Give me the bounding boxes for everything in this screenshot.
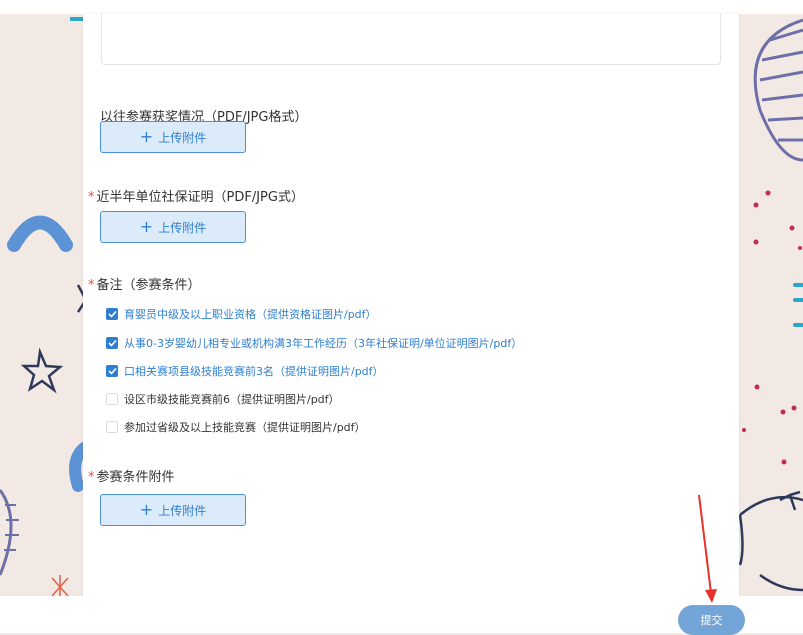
required-asterisk-icon: * (88, 470, 95, 485)
checkbox-checked-icon[interactable] (106, 308, 118, 320)
star-icon (20, 347, 64, 394)
past-awards-upload-button[interactable]: + 上传附件 (100, 121, 246, 153)
remarks-option-3[interactable]: 口相关赛项县级技能竞赛前3名（提供证明图片/pdf） (106, 363, 384, 379)
annotation-arrow-icon (698, 494, 717, 603)
required-asterisk-icon: * (88, 278, 95, 293)
condition-attachment-upload-button[interactable]: + 上传附件 (100, 494, 246, 526)
required-asterisk-icon: * (88, 190, 95, 205)
checkbox-unchecked-icon[interactable] (106, 421, 118, 433)
remarks-label: * 备注（参赛条件） (88, 278, 201, 293)
form-card: 以往参赛获奖情况（PDF/JPG格式） + 上传附件 * 近半年单位社保证明（PD… (83, 14, 739, 596)
plus-icon: + (139, 500, 154, 519)
text-area-field[interactable] (101, 14, 721, 65)
social-security-label: * 近半年单位社保证明（PDF/JPG式） (88, 190, 304, 205)
remarks-option-5[interactable]: 参加过省级及以上技能竞赛（提供证明图片/pdf） (106, 419, 366, 435)
checkbox-checked-icon[interactable] (106, 365, 118, 377)
remarks-option-4[interactable]: 设区市级技能竞赛前6（提供证明图片/pdf） (106, 391, 340, 407)
top-strip (0, 0, 803, 14)
checkbox-checked-icon[interactable] (106, 337, 118, 349)
social-security-upload-button[interactable]: + 上传附件 (100, 211, 246, 243)
remarks-option-1[interactable]: 育婴员中级及以上职业资格（提供资格证图片/pdf） (106, 306, 377, 322)
condition-attachment-label: * 参赛条件附件 (88, 470, 175, 485)
plus-icon: + (139, 217, 154, 236)
plus-icon: + (139, 127, 154, 146)
checkbox-unchecked-icon[interactable] (106, 393, 118, 405)
remarks-option-2[interactable]: 从事0-3岁婴幼儿相专业或机构满3年工作经历（3年社保证明/单位证明图片/pdf… (106, 335, 522, 351)
